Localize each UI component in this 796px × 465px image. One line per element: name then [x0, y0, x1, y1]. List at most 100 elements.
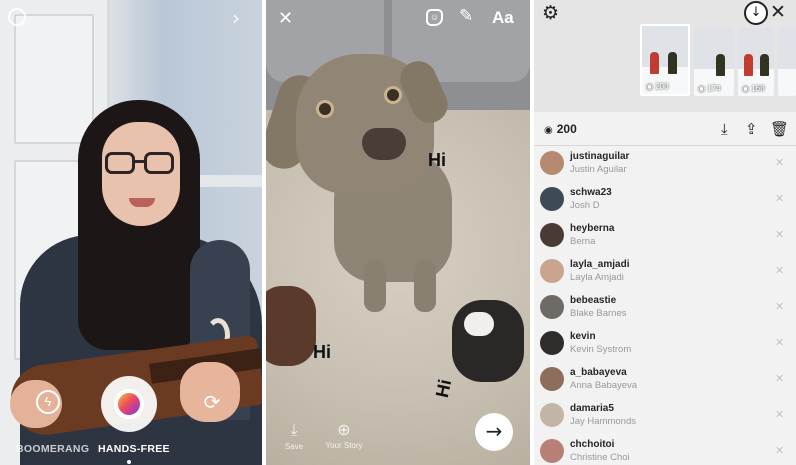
viewer-full-name: Jay Hammonds: [570, 416, 636, 427]
next-arrow-icon[interactable]: →: [475, 413, 513, 451]
viewer-row[interactable]: kevin Kevin Systrom ✕: [534, 326, 796, 362]
avatar[interactable]: [540, 151, 564, 175]
viewer-username[interactable]: heyberna: [570, 223, 614, 234]
shutter-button[interactable]: [101, 376, 157, 432]
viewer-row[interactable]: damaria5 Jay Hammonds ✕: [534, 398, 796, 434]
gear-icon[interactable]: ⚙: [542, 2, 559, 24]
remove-viewer-icon[interactable]: ✕: [775, 444, 784, 457]
thumb-figure: [744, 54, 753, 76]
thumb-view-count: ◉ 174: [698, 84, 721, 93]
sticker-icon[interactable]: ☺: [426, 9, 443, 26]
mode-boomerang[interactable]: BOOMERANG: [16, 443, 89, 455]
glasses-lens-right: [144, 152, 174, 174]
avatar[interactable]: [540, 295, 564, 319]
avatar[interactable]: [540, 403, 564, 427]
close-icon[interactable]: ✕: [278, 8, 293, 29]
your-story-button[interactable]: ⊕ Your Story: [322, 420, 366, 450]
avatar[interactable]: [540, 367, 564, 391]
save-label: Save: [284, 442, 304, 451]
wall-trim: [190, 175, 262, 187]
thumb-figure: [760, 54, 769, 76]
download-circle-icon[interactable]: ↓: [744, 1, 768, 25]
pen-icon[interactable]: ✎: [459, 6, 473, 26]
dog-leg-right: [414, 260, 436, 312]
remove-viewer-icon[interactable]: ✕: [775, 192, 784, 205]
viewer-username[interactable]: layla_amjadi: [570, 259, 629, 270]
remove-viewer-icon[interactable]: ✕: [775, 156, 784, 169]
stats-row: ◉ 200 ⤓ ⇪ 🗑: [534, 116, 796, 146]
flash-icon[interactable]: ϟ: [36, 390, 60, 414]
viewer-username[interactable]: bebeastie: [570, 295, 616, 306]
viewer-full-name: Berna: [570, 236, 596, 247]
puppy-right-spot: [464, 312, 494, 336]
save-button[interactable]: ⤓ Save: [272, 420, 316, 451]
mode-hands-free[interactable]: HANDS-FREE: [98, 443, 170, 455]
your-story-label: Your Story: [325, 441, 363, 450]
viewer-full-name: Christine Choi: [570, 452, 630, 463]
viewer-row[interactable]: justinaguilar Justin Aguilar ✕: [534, 146, 796, 182]
thumb-view-count: ◉ 168: [742, 84, 765, 93]
viewer-row[interactable]: chchoitoi Christine Choi ✕: [534, 434, 796, 465]
viewer-username[interactable]: a_babayeva: [570, 367, 627, 378]
door-panel-upper: [14, 14, 94, 144]
viewer-username[interactable]: justinaguilar: [570, 151, 629, 162]
story-thumbnails-bar: ⚙ ↓ ✕ ◉ 200 ◉ 174 ◉ 168: [534, 0, 796, 112]
viewer-row[interactable]: layla_amjadi Layla Amjadi ✕: [534, 254, 796, 290]
remove-viewer-icon[interactable]: ✕: [775, 408, 784, 421]
viewer-full-name: Josh D: [570, 200, 600, 211]
avatar[interactable]: [540, 187, 564, 211]
viewer-username[interactable]: kevin: [570, 331, 596, 342]
eye-icon: ◉: [544, 125, 553, 136]
hi-sticker-1[interactable]: Hi: [428, 150, 446, 171]
download-icon[interactable]: ⤓: [721, 120, 728, 138]
puppy-left: [266, 286, 316, 366]
viewer-username[interactable]: chchoitoi: [570, 439, 614, 450]
viewer-username[interactable]: damaria5: [570, 403, 614, 414]
avatar[interactable]: [540, 223, 564, 247]
avatar[interactable]: [540, 259, 564, 283]
avatar[interactable]: [540, 331, 564, 355]
remove-viewer-icon[interactable]: ✕: [775, 228, 784, 241]
dog-eye-left: [316, 100, 334, 118]
story-thumbnail-2[interactable]: ◉ 174: [694, 28, 734, 96]
camera-ring-icon[interactable]: [8, 8, 26, 26]
story-thumbnail-3[interactable]: ◉ 168: [738, 28, 774, 96]
close-icon[interactable]: ✕: [770, 1, 786, 23]
viewer-username[interactable]: schwa23: [570, 187, 612, 198]
mode-indicator-dot: [127, 460, 131, 464]
viewer-row[interactable]: a_babayeva Anna Babayeva ✕: [534, 362, 796, 398]
editor-panel: Hi Hi Hi ✕ ☺ ✎ Aa ⤓ Save ⊕ Your Story →: [266, 0, 530, 465]
add-story-icon: ⊕: [337, 420, 351, 439]
viewer-full-name: Kevin Systrom: [570, 344, 632, 355]
hi-sticker-2[interactable]: Hi: [313, 342, 331, 363]
camera-panel: › ϟ ⟳ BOOMERANG HANDS-FREE: [0, 0, 262, 465]
viewer-row[interactable]: bebeastie Blake Barnes ✕: [534, 290, 796, 326]
thumb-figure: [716, 54, 725, 76]
viewers-panel: ⚙ ↓ ✕ ◉ 200 ◉ 174 ◉ 168 ◉ 200 ⤓ ⇪ 🗑 justi: [534, 0, 796, 465]
avatar[interactable]: [540, 439, 564, 463]
thumb-figure: [650, 52, 659, 74]
story-thumbnail-4[interactable]: [778, 28, 796, 96]
glasses-lens-left: [105, 152, 135, 174]
trash-icon[interactable]: 🗑: [770, 120, 789, 138]
eye-icon: ◉: [742, 84, 749, 93]
flip-camera-icon[interactable]: ⟳: [200, 390, 224, 414]
remove-viewer-icon[interactable]: ✕: [775, 372, 784, 385]
chevron-right-icon[interactable]: ›: [232, 8, 240, 28]
viewer-row[interactable]: heyberna Berna ✕: [534, 218, 796, 254]
share-icon[interactable]: ⇪: [745, 120, 758, 138]
thumb-figure: [668, 52, 677, 74]
puppy-right: [452, 300, 524, 382]
viewer-full-name: Justin Aguilar: [570, 164, 627, 175]
remove-viewer-icon[interactable]: ✕: [775, 264, 784, 277]
view-count: ◉ 200: [544, 122, 577, 136]
viewer-row[interactable]: schwa23 Josh D ✕: [534, 182, 796, 218]
dog-nose: [362, 128, 406, 160]
story-thumbnail-1[interactable]: ◉ 200: [640, 24, 690, 96]
remove-viewer-icon[interactable]: ✕: [775, 300, 784, 313]
text-tool-button[interactable]: Aa: [492, 8, 514, 28]
thumb-view-count: ◉ 200: [646, 82, 669, 91]
remove-viewer-icon[interactable]: ✕: [775, 336, 784, 349]
eye-icon: ◉: [698, 84, 705, 93]
viewer-full-name: Blake Barnes: [570, 308, 627, 319]
